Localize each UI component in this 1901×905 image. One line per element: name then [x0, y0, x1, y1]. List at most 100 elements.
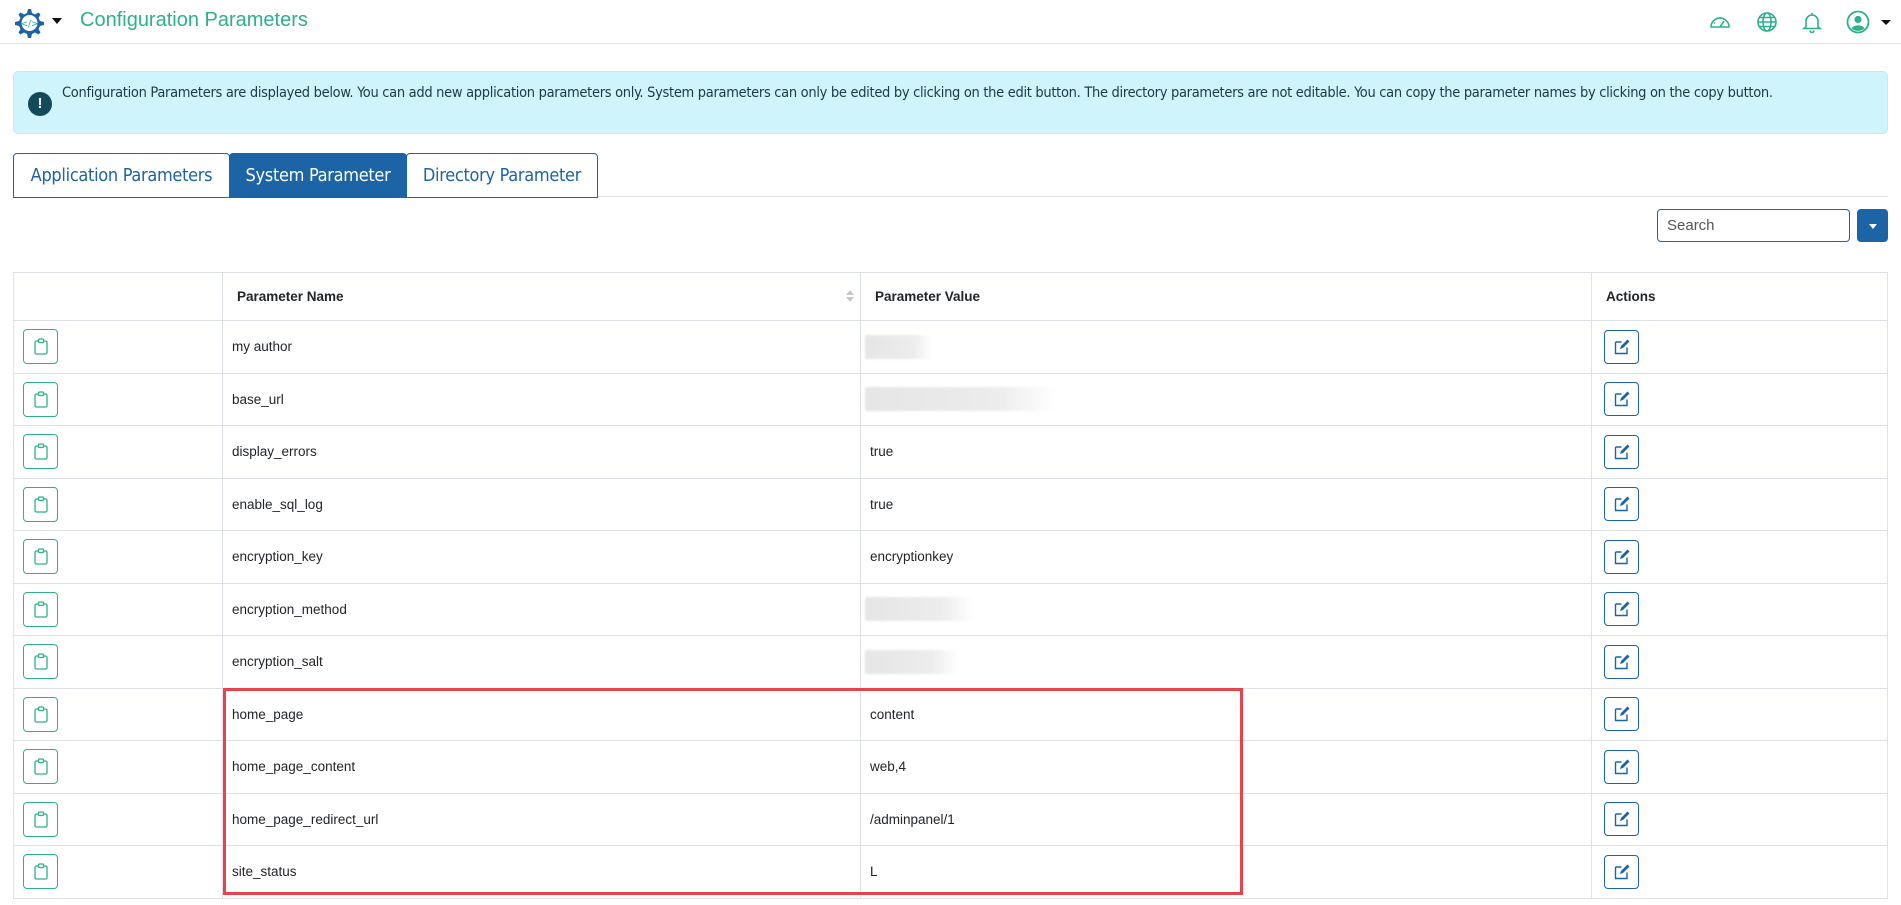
copy-button[interactable]	[23, 801, 58, 837]
actions-cell	[1591, 845, 1888, 899]
code-gear-logo-icon[interactable]: </>	[12, 7, 44, 39]
clipboard-icon	[34, 811, 48, 828]
parameter-name-cell: encryption_method	[222, 582, 861, 636]
copy-button[interactable]	[23, 854, 58, 890]
parameter-name-cell: my author	[222, 320, 861, 374]
parameters-table: Parameter Name Parameter Value Actions m…	[13, 272, 1888, 899]
actions-cell	[1591, 740, 1888, 794]
parameter-value-cell	[860, 372, 1592, 426]
column-header-parameter-name-label: Parameter Name	[237, 289, 344, 304]
edit-icon	[1614, 444, 1630, 459]
copy-button[interactable]	[23, 486, 58, 522]
sort-icon[interactable]	[846, 290, 854, 304]
clipboard-icon	[34, 706, 48, 723]
actions-cell	[1591, 530, 1888, 584]
search-input[interactable]	[1657, 209, 1850, 242]
table-row: encryption_key encryptionkey	[13, 530, 1888, 584]
parameter-name: encryption_method	[232, 601, 347, 617]
actions-cell	[1591, 635, 1888, 689]
parameter-value: web,4	[870, 759, 907, 775]
table-row: encryption_method	[13, 582, 1888, 636]
parameter-value-cell: true	[860, 477, 1592, 531]
copy-button[interactable]	[23, 434, 58, 470]
parameter-name: encryption_key	[232, 549, 323, 565]
clipboard-icon	[34, 863, 48, 880]
parameter-name: my author	[232, 339, 293, 355]
table-row: encryption_salt	[13, 635, 1888, 689]
copy-button[interactable]	[23, 591, 58, 627]
parameter-value-cell	[860, 582, 1592, 636]
parameter-value-cell: L	[860, 845, 1592, 899]
column-header-actions: Actions	[1591, 272, 1888, 321]
parameter-name: home_page_content	[232, 759, 356, 775]
user-avatar-icon[interactable]	[1846, 10, 1870, 34]
tabs-divider	[598, 196, 1888, 197]
redacted-parameter-value	[865, 597, 973, 622]
edit-icon	[1614, 706, 1630, 722]
column-header-parameter-name[interactable]: Parameter Name	[222, 272, 861, 321]
copy-button[interactable]	[23, 539, 58, 575]
tab-application-parameters[interactable]: Application Parameters	[13, 153, 230, 198]
parameter-value-cell: /adminpanel/1	[860, 792, 1592, 846]
edit-icon	[1614, 391, 1630, 407]
parameter-name-cell: enable_sql_log	[222, 477, 861, 531]
parameter-value-cell	[860, 320, 1592, 374]
globe-icon[interactable]	[1755, 10, 1779, 34]
edit-button[interactable]	[1604, 644, 1639, 679]
parameter-name-cell: home_page	[222, 687, 861, 741]
edit-button[interactable]	[1604, 329, 1639, 364]
copy-cell	[13, 372, 223, 426]
edit-button[interactable]	[1604, 539, 1639, 574]
edit-icon	[1614, 549, 1630, 564]
dashboard-gauge-icon[interactable]	[1708, 10, 1732, 34]
copy-button[interactable]	[23, 644, 58, 680]
table-row: enable_sql_log true	[13, 477, 1888, 531]
alert-text: Configuration Parameters are displayed b…	[62, 85, 1773, 101]
edit-button[interactable]	[1604, 854, 1639, 889]
edit-icon	[1614, 811, 1630, 827]
edit-button[interactable]	[1604, 382, 1639, 417]
table-row: site_status L	[13, 845, 1888, 899]
parameter-name-cell: site_status	[222, 845, 861, 899]
clipboard-icon	[34, 443, 48, 460]
edit-button[interactable]	[1604, 749, 1639, 784]
redacted-parameter-value	[865, 334, 933, 359]
tab-system-parameter[interactable]: System Parameter	[229, 153, 407, 198]
edit-icon	[1614, 864, 1630, 879]
user-menu-caret-icon[interactable]	[1881, 20, 1891, 25]
parameter-value: true	[870, 444, 894, 460]
parameter-value-cell: true	[860, 425, 1592, 479]
table-row: home_page_content web,4	[13, 740, 1888, 794]
info-alert: ! Configuration Parameters are displayed…	[13, 71, 1888, 134]
parameter-name: site_status	[232, 864, 297, 880]
parameter-name-cell: base_url	[222, 372, 861, 426]
edit-button[interactable]	[1604, 592, 1639, 627]
parameter-value-cell: encryptionkey	[860, 530, 1592, 584]
copy-button[interactable]	[23, 329, 58, 365]
clipboard-icon	[34, 758, 48, 775]
tab-directory-parameter[interactable]: Directory Parameter	[406, 153, 598, 198]
clipboard-icon	[34, 391, 48, 408]
search-options-dropdown-button[interactable]	[1857, 209, 1888, 242]
copy-button[interactable]	[23, 749, 58, 785]
actions-cell	[1591, 792, 1888, 846]
copy-cell	[13, 477, 223, 531]
parameter-name-cell: home_page_redirect_url	[222, 792, 861, 846]
edit-button[interactable]	[1604, 802, 1639, 837]
bell-icon[interactable]	[1800, 10, 1824, 34]
actions-cell	[1591, 582, 1888, 636]
clipboard-icon	[34, 548, 48, 565]
edit-button[interactable]	[1604, 434, 1639, 469]
copy-cell	[13, 845, 223, 899]
parameter-value: encryptionkey	[870, 549, 954, 565]
edit-button[interactable]	[1604, 487, 1639, 522]
actions-cell	[1591, 477, 1888, 531]
parameter-value-cell: content	[860, 687, 1592, 741]
edit-button[interactable]	[1604, 697, 1639, 732]
clipboard-icon	[34, 601, 48, 618]
copy-button[interactable]	[23, 381, 58, 417]
parameter-value: /adminpanel/1	[870, 811, 955, 827]
parameter-name: home_page	[232, 706, 304, 722]
logo-dropdown-caret-icon[interactable]	[52, 18, 62, 24]
copy-button[interactable]	[23, 696, 58, 732]
